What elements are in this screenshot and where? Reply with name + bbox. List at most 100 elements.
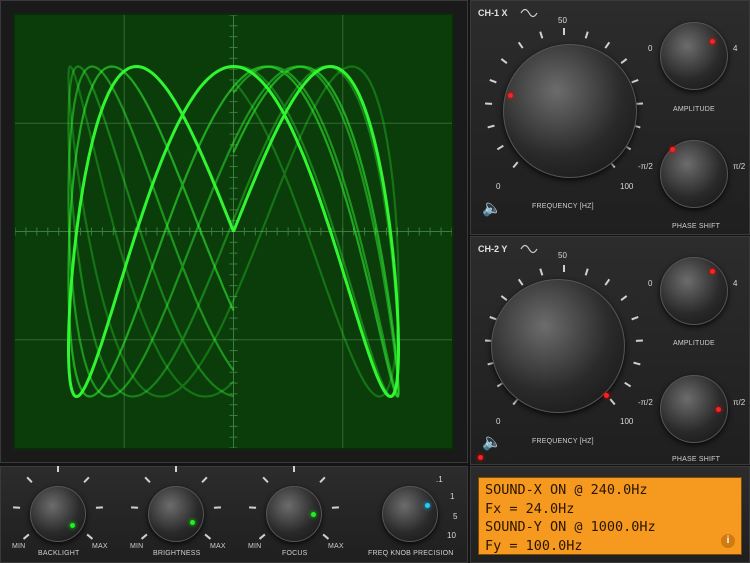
freq-precision-indicator	[425, 503, 430, 508]
channel-x-title: CH-1 X	[478, 8, 508, 18]
amplitude-y-indicator	[710, 269, 715, 274]
dial-tick	[496, 144, 504, 151]
brightness-min: MIN	[130, 543, 144, 550]
dial-tick	[204, 533, 212, 540]
phase-shift-y-knob[interactable]	[660, 375, 728, 443]
amp-y-min: 0	[648, 279, 653, 288]
amplitude-x-knob[interactable]	[660, 22, 728, 90]
oscilloscope-screen	[13, 13, 454, 450]
dial-tick	[140, 533, 148, 540]
dial-tick	[500, 295, 508, 301]
dial-tick	[319, 476, 326, 484]
focus-max: MAX	[328, 543, 344, 550]
backlight-label: BACKLIGHT	[38, 550, 80, 557]
dial-tick	[633, 361, 641, 366]
fx-readout: Fx = 24.0Hz	[485, 500, 575, 517]
sound-x-status: SOUND-X ON @ 240.0Hz	[485, 482, 648, 498]
fy-readout: Fy = 100.0Hz	[485, 537, 583, 554]
freq-x-scale-mid: 50	[558, 16, 567, 25]
dial-tick	[512, 398, 519, 406]
frequency-x-knob[interactable]	[503, 44, 637, 178]
freq-y-scale-max: 100	[620, 417, 634, 426]
info-button[interactable]: i	[721, 534, 735, 548]
dial-tick	[512, 161, 519, 169]
phase-y-min: -π/2	[638, 398, 653, 407]
channel-y-title: CH-2 Y	[478, 244, 508, 254]
sine-wave-icon	[520, 244, 538, 254]
precision-tick-2: 5	[453, 512, 458, 521]
speaker-y-icon[interactable]: 🔈	[482, 432, 502, 452]
status-display: SOUND-X ON @ 240.0Hz Fx = 24.0Hz SOUND-Y…	[478, 477, 742, 555]
backlight-max: MAX	[92, 543, 108, 550]
dial-tick	[631, 316, 639, 321]
dial-tick	[144, 476, 151, 484]
dial-tick	[487, 124, 495, 129]
dial-tick	[539, 268, 544, 276]
backlight-knob[interactable]	[30, 486, 86, 542]
dial-tick	[262, 476, 269, 484]
dial-tick	[500, 58, 508, 64]
amp-x-min: 0	[648, 44, 653, 53]
channel-x-panel: CH-1 X 50 0 100 FREQUENCY [Hz] 🔈 0 4 AMP…	[470, 0, 750, 235]
phase-shift-x-knob[interactable]	[660, 140, 728, 208]
sound-y-status: SOUND-Y ON @ 1000.0Hz	[485, 519, 656, 535]
amplitude-y-label: AMPLITUDE	[673, 340, 715, 347]
brightness-max: MAX	[210, 543, 226, 550]
channel-y-panel: CH-2 Y 50 0 100 FREQUENCY [Hz] 🔈 0 4 AMP…	[470, 236, 750, 465]
dial-tick	[489, 79, 497, 84]
backlight-min: MIN	[12, 543, 26, 550]
dial-tick	[517, 278, 524, 286]
focus-label: FOCUS	[282, 550, 308, 557]
dial-tick	[26, 476, 33, 484]
screen-graticule	[14, 14, 453, 449]
amplitude-x-indicator	[710, 39, 715, 44]
dial-tick	[517, 41, 524, 49]
dial-tick	[258, 533, 266, 540]
dial-tick	[609, 398, 616, 406]
dial-tick	[201, 476, 208, 484]
focus-knob[interactable]	[266, 486, 322, 542]
dial-tick	[322, 533, 330, 540]
precision-tick-3: 10	[447, 531, 456, 540]
phase-shift-y-indicator	[716, 407, 721, 412]
dial-tick	[539, 31, 544, 39]
amplitude-y-knob[interactable]	[660, 257, 728, 325]
freq-y-scale-min: 0	[496, 417, 501, 426]
backlight-indicator	[70, 523, 75, 528]
brightness-indicator	[190, 520, 195, 525]
dial-tick	[604, 41, 611, 49]
focus-indicator	[311, 512, 316, 517]
sine-wave-icon	[520, 8, 538, 18]
dial-tick	[83, 476, 90, 484]
frequency-x-indicator	[508, 93, 513, 98]
screen-frame	[0, 0, 468, 463]
frequency-y-indicator	[604, 393, 609, 398]
dial-tick	[22, 533, 30, 540]
precision-tick-0: .1	[436, 475, 443, 484]
dial-tick	[604, 278, 611, 286]
speaker-x-icon[interactable]: 🔈	[482, 198, 502, 218]
amp-y-max: 4	[733, 279, 738, 288]
freq-y-scale-mid: 50	[558, 251, 567, 260]
dial-tick	[584, 31, 589, 39]
dial-tick	[86, 533, 94, 540]
focus-min: MIN	[248, 543, 262, 550]
phase-x-max: π/2	[733, 162, 746, 171]
sound-led	[478, 455, 483, 460]
dial-tick	[631, 79, 639, 84]
dial-tick	[620, 295, 628, 301]
display-controls-panel: MIN MAX BACKLIGHT MIN MAX BRIGHTNESS MIN…	[0, 466, 468, 563]
dial-tick	[620, 58, 628, 64]
phase-x-min: -π/2	[638, 162, 653, 171]
dial-tick	[624, 381, 632, 388]
freq-x-scale-min: 0	[496, 182, 501, 191]
phase-shift-y-label: PHASE SHIFT	[672, 456, 721, 463]
phase-y-max: π/2	[733, 398, 746, 407]
phase-shift-x-indicator	[670, 147, 675, 152]
frequency-y-knob[interactable]	[491, 279, 625, 413]
dial-tick	[584, 268, 589, 276]
brightness-knob[interactable]	[148, 486, 204, 542]
amplitude-x-label: AMPLITUDE	[673, 106, 715, 113]
freq-precision-knob[interactable]	[382, 486, 438, 542]
freq-x-scale-max: 100	[620, 182, 634, 191]
